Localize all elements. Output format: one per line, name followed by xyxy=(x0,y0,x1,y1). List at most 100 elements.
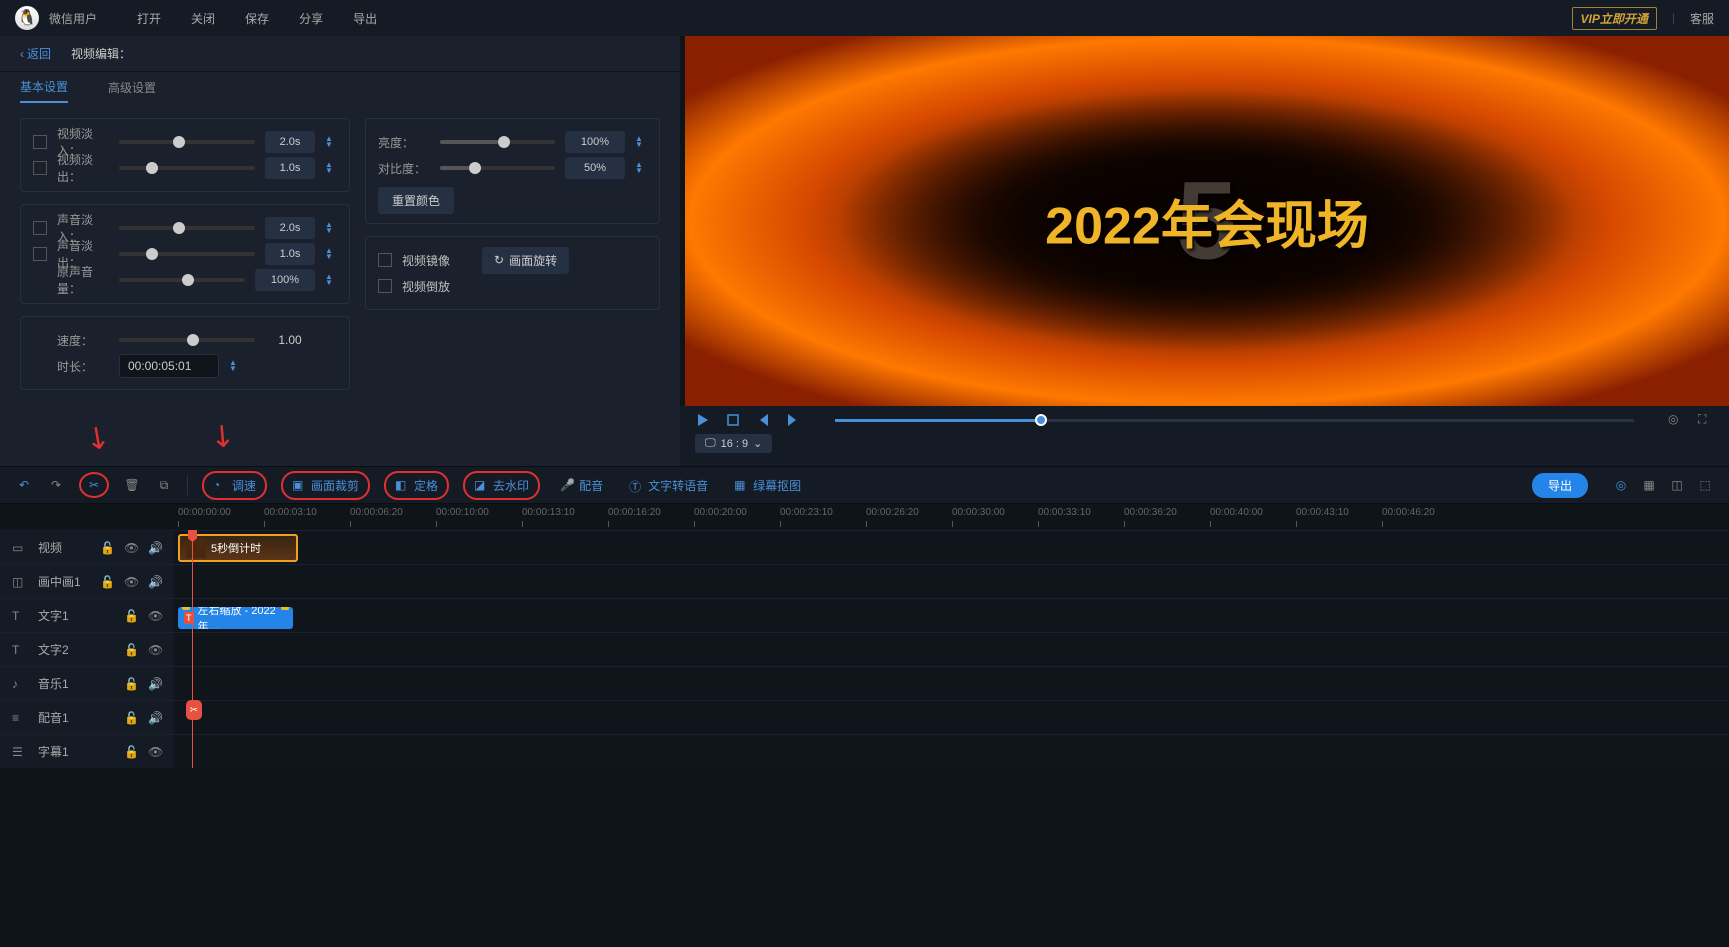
menu-save[interactable]: 保存 xyxy=(245,10,269,27)
eye-icon[interactable]: 👁 xyxy=(148,609,162,623)
video-fadeout-value[interactable]: 1.0s xyxy=(265,157,315,179)
cut-icon[interactable]: ✂ xyxy=(85,476,103,494)
audio-fadein-slider[interactable] xyxy=(119,226,255,230)
watermark-button[interactable]: ◪去水印 xyxy=(468,474,535,497)
lock-icon[interactable]: 🔓 xyxy=(124,677,138,691)
eye-icon[interactable]: 👁 xyxy=(148,745,162,759)
crop-button[interactable]: ▣画面裁剪 xyxy=(286,474,365,497)
split-icon[interactable]: ⧉ xyxy=(155,476,173,494)
speaker-icon[interactable]: 🔊 xyxy=(148,541,162,555)
audio-fadeout-slider[interactable] xyxy=(119,252,255,256)
video-fadein-checkbox[interactable] xyxy=(33,135,47,149)
back-button[interactable]: ‹ 返回 xyxy=(20,45,51,62)
menu-share[interactable]: 分享 xyxy=(299,10,323,27)
spinner-icon[interactable]: ▲▼ xyxy=(325,162,337,174)
lock-icon[interactable]: 🔓 xyxy=(124,711,138,725)
tab-advanced[interactable]: 高级设置 xyxy=(108,79,156,102)
speed-button[interactable]: ◔调速 xyxy=(207,474,262,497)
delete-icon[interactable]: 🗑 xyxy=(123,476,141,494)
cut-marker[interactable]: ✂ xyxy=(186,700,202,720)
speaker-icon[interactable]: 🔊 xyxy=(148,575,162,589)
spinner-icon[interactable]: ▲▼ xyxy=(635,136,647,148)
tts-button[interactable]: Ⓣ文字转语音 xyxy=(623,474,714,497)
lock-icon[interactable]: 🔓 xyxy=(124,745,138,759)
reverse-checkbox[interactable] xyxy=(378,279,392,293)
tab-basic[interactable]: 基本设置 xyxy=(20,78,68,103)
preview-progress[interactable] xyxy=(835,419,1634,422)
dub-track-label: 配音1 xyxy=(38,709,114,726)
audio-fadeout-value[interactable]: 1.0s xyxy=(265,243,315,265)
menu-export[interactable]: 导出 xyxy=(353,10,377,27)
speed-icon: ◔ xyxy=(213,478,227,492)
video-fadein-value[interactable]: 2.0s xyxy=(265,131,315,153)
menu-open[interactable]: 打开 xyxy=(137,10,161,27)
audio-fadein-value[interactable]: 2.0s xyxy=(265,217,315,239)
speaker-icon[interactable]: 🔊 xyxy=(148,677,162,691)
pip-track-icon: ◫ xyxy=(12,575,28,589)
settings-icon[interactable]: ⬚ xyxy=(1696,476,1714,494)
spinner-icon[interactable]: ▲▼ xyxy=(325,136,337,148)
stop-icon[interactable] xyxy=(725,412,741,428)
brightness-label: 亮度： xyxy=(378,134,430,151)
volume-value[interactable]: 100% xyxy=(255,269,315,291)
video-fadeout-checkbox[interactable] xyxy=(33,161,47,175)
prev-frame-icon[interactable] xyxy=(755,412,771,428)
zoom-fit-icon[interactable]: ◎ xyxy=(1612,476,1630,494)
duration-input[interactable]: 00:00:05:01 xyxy=(119,354,219,378)
grid-icon[interactable]: ▦ xyxy=(1640,476,1658,494)
spinner-icon[interactable]: ▲▼ xyxy=(325,222,337,234)
lock-icon[interactable]: 🔓 xyxy=(124,609,138,623)
rotate-button[interactable]: ↻ 画面旋转 xyxy=(482,247,569,274)
time-ruler[interactable]: 00:00:00:0000:00:03:1000:00:06:2000:00:1… xyxy=(0,504,1729,530)
brightness-slider[interactable] xyxy=(440,140,555,144)
username: 微信用户 xyxy=(49,10,97,27)
undo-icon[interactable]: ↶ xyxy=(15,476,33,494)
lock-icon[interactable]: 🔓 xyxy=(100,541,114,555)
ruler-tick: 00:00:30:00 xyxy=(952,507,1005,518)
tts-icon: Ⓣ xyxy=(629,478,643,492)
ruler-tick: 00:00:20:00 xyxy=(694,507,747,518)
mirror-checkbox[interactable] xyxy=(378,253,392,267)
audio-fadeout-checkbox[interactable] xyxy=(33,247,47,261)
audio-fadein-checkbox[interactable] xyxy=(33,221,47,235)
spinner-icon[interactable]: ▲▼ xyxy=(325,248,337,260)
ruler-tick: 00:00:33:10 xyxy=(1038,507,1091,518)
fullscreen-icon[interactable]: ⛶ xyxy=(1698,412,1714,428)
monitor-icon: 🖵 xyxy=(705,437,716,450)
user-avatar[interactable]: 🐧 xyxy=(15,6,39,30)
video-fadein-slider[interactable] xyxy=(119,140,255,144)
redo-icon[interactable]: ↷ xyxy=(47,476,65,494)
play-icon[interactable] xyxy=(695,412,711,428)
lock-icon[interactable]: 🔓 xyxy=(100,575,114,589)
volume-slider[interactable] xyxy=(119,278,245,282)
freeze-button[interactable]: ◧定格 xyxy=(389,474,444,497)
contrast-value[interactable]: 50% xyxy=(565,157,625,179)
brightness-value[interactable]: 100% xyxy=(565,131,625,153)
layout-icon[interactable]: ◫ xyxy=(1668,476,1686,494)
speed-slider[interactable] xyxy=(119,338,255,342)
spinner-icon[interactable]: ▲▼ xyxy=(635,162,647,174)
video-fadeout-slider[interactable] xyxy=(119,166,255,170)
greenscreen-button[interactable]: ▦绿幕抠图 xyxy=(728,474,807,497)
playhead[interactable] xyxy=(192,530,193,768)
vip-badge[interactable]: VIP立即开通 xyxy=(1572,7,1657,30)
snapshot-icon[interactable]: ◎ xyxy=(1668,412,1684,428)
aspect-ratio-button[interactable]: 🖵 16 : 9 ⌄ xyxy=(695,434,772,453)
contrast-slider[interactable] xyxy=(440,166,555,170)
spinner-icon[interactable]: ▲▼ xyxy=(325,274,337,286)
preview-viewport[interactable]: 5 2022年会现场 xyxy=(685,36,1729,406)
spinner-icon[interactable]: ▲▼ xyxy=(229,360,241,372)
export-button[interactable]: 导出 xyxy=(1532,473,1588,498)
reset-color-button[interactable]: 重置颜色 xyxy=(378,187,454,214)
menu-close[interactable]: 关闭 xyxy=(191,10,215,27)
dub-button[interactable]: 🎤配音 xyxy=(554,474,609,497)
speaker-icon[interactable]: 🔊 xyxy=(148,711,162,725)
eye-icon[interactable]: 👁 xyxy=(124,575,138,589)
eye-icon[interactable]: 👁 xyxy=(148,643,162,657)
video-track-label: 视频 xyxy=(38,539,90,556)
next-frame-icon[interactable] xyxy=(785,412,801,428)
text-clip[interactable]: T 左右缩放 - 2022年... xyxy=(178,607,293,629)
customer-service[interactable]: 客服 xyxy=(1690,10,1714,27)
eye-icon[interactable]: 👁 xyxy=(124,541,138,555)
lock-icon[interactable]: 🔓 xyxy=(124,643,138,657)
